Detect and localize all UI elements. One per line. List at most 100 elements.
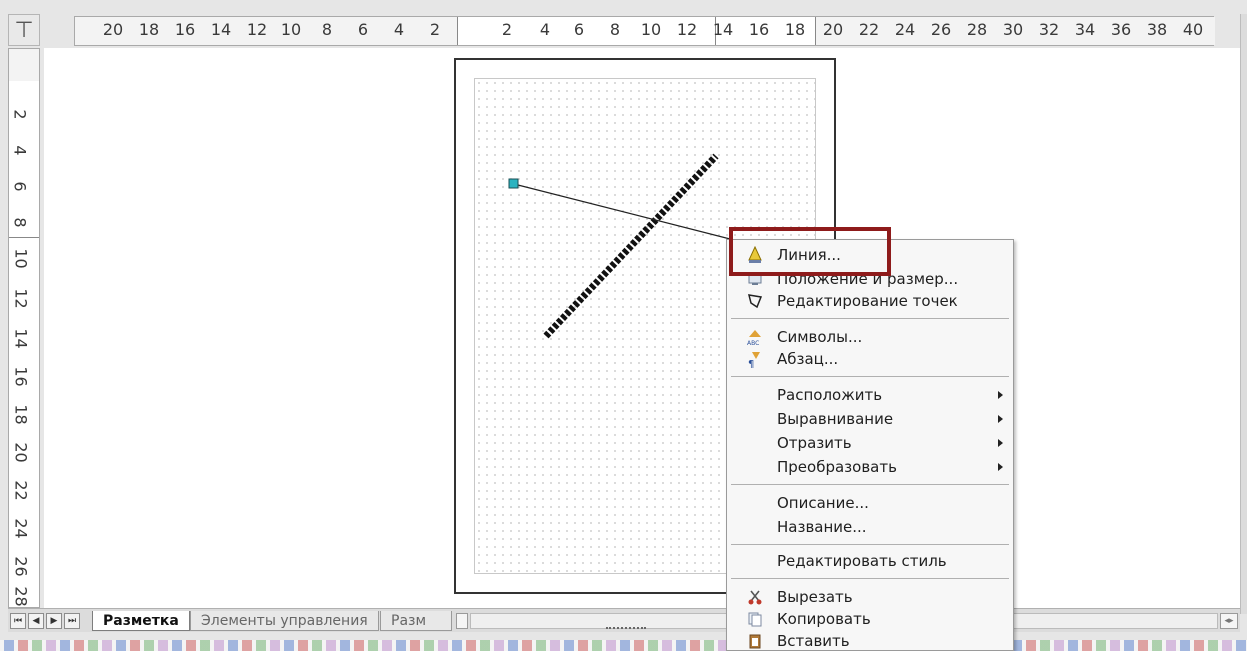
menu-item-position-size[interactable]: Положение и размер... bbox=[727, 268, 1013, 290]
menu-item-convert[interactable]: Преобразовать bbox=[727, 456, 1013, 478]
v-ruler-label: 16 bbox=[11, 366, 31, 387]
ruler-page-edge-left[interactable] bbox=[457, 17, 458, 45]
sheet-tab-bar: ⏮ ◀ ▶ ⏭ Разметка Элементы управления Раз… bbox=[8, 608, 1240, 632]
svg-text:ABC: ABC bbox=[747, 340, 759, 346]
menu-item-paragraph[interactable]: ¶ Абзац... bbox=[727, 348, 1013, 370]
submenu-arrow-icon bbox=[998, 415, 1003, 423]
edit-points-icon bbox=[745, 292, 765, 310]
menu-separator bbox=[731, 318, 1009, 319]
h-ruler-label: 20 bbox=[822, 20, 844, 39]
h-ruler-label: 26 bbox=[930, 20, 952, 39]
scissors-icon bbox=[745, 588, 765, 606]
h-ruler-label: 32 bbox=[1038, 20, 1060, 39]
h-ruler-label: 16 bbox=[174, 20, 196, 39]
copy-icon bbox=[745, 610, 765, 628]
h-ruler-label: 4 bbox=[393, 20, 405, 39]
v-ruler-label: 8 bbox=[10, 217, 30, 228]
menu-item-name[interactable]: Название... bbox=[727, 516, 1013, 538]
h-ruler-label: 2 bbox=[429, 20, 441, 39]
h-ruler-label: 8 bbox=[609, 20, 621, 39]
menu-separator bbox=[731, 544, 1009, 545]
context-menu: Линия... Положение и размер... Редактиро… bbox=[726, 239, 1014, 651]
ruler-origin-icon[interactable]: ⊤ bbox=[8, 14, 40, 46]
menu-item-edit-style[interactable]: Редактировать стиль bbox=[727, 550, 1013, 572]
resize-grip-icon[interactable] bbox=[606, 627, 646, 631]
last-tab-button[interactable]: ⏭ bbox=[64, 613, 80, 629]
menu-item-line[interactable]: Линия... bbox=[727, 244, 1013, 266]
menu-separator bbox=[731, 578, 1009, 579]
tab-dimensions[interactable]: Разм bbox=[380, 611, 452, 631]
v-ruler-label: 26 bbox=[11, 556, 31, 577]
h-ruler-label: 20 bbox=[102, 20, 124, 39]
vertical-scrollbar[interactable] bbox=[1240, 14, 1247, 614]
h-ruler-label: 6 bbox=[357, 20, 369, 39]
h-ruler-label: 36 bbox=[1110, 20, 1132, 39]
h-ruler-label: 12 bbox=[676, 20, 698, 39]
v-ruler-label: 4 bbox=[10, 145, 30, 156]
menu-item-paste[interactable]: Вставить bbox=[727, 630, 1013, 651]
v-ruler-label: 22 bbox=[11, 480, 31, 501]
menu-separator bbox=[731, 376, 1009, 377]
h-ruler-label: 30 bbox=[1002, 20, 1024, 39]
h-ruler-label: 2 bbox=[501, 20, 513, 39]
menu-item-flip[interactable]: Отразить bbox=[727, 432, 1013, 454]
h-ruler-label: 8 bbox=[321, 20, 333, 39]
tab-layout[interactable]: Разметка bbox=[92, 611, 190, 631]
characters-icon: ABC bbox=[745, 328, 765, 346]
menu-item-characters[interactable]: ABC Символы... bbox=[727, 326, 1013, 348]
menu-item-description[interactable]: Описание... bbox=[727, 492, 1013, 514]
scroll-left-button[interactable] bbox=[456, 613, 468, 629]
h-ruler-label: 14 bbox=[712, 20, 734, 39]
h-ruler-label: 4 bbox=[539, 20, 551, 39]
v-ruler-label: 12 bbox=[11, 288, 31, 309]
v-ruler-label: 18 bbox=[11, 404, 31, 425]
h-ruler-label: 24 bbox=[894, 20, 916, 39]
v-ruler-label: 6 bbox=[10, 181, 30, 192]
h-ruler-label: 18 bbox=[784, 20, 806, 39]
h-ruler-label: 10 bbox=[280, 20, 302, 39]
prev-tab-button[interactable]: ◀ bbox=[28, 613, 44, 629]
h-ruler-label: 12 bbox=[246, 20, 268, 39]
h-ruler-label: 38 bbox=[1146, 20, 1168, 39]
v-ruler-label: 28 bbox=[11, 586, 31, 607]
ruler-top-margin bbox=[9, 49, 39, 81]
position-size-icon bbox=[745, 270, 765, 288]
color-palette-bar[interactable] bbox=[0, 640, 1247, 651]
paragraph-icon: ¶ bbox=[745, 350, 765, 368]
menu-item-alignment[interactable]: Выравнивание bbox=[727, 408, 1013, 430]
h-ruler-label: 18 bbox=[138, 20, 160, 39]
h-ruler-label: 28 bbox=[966, 20, 988, 39]
v-ruler-label: 20 bbox=[11, 442, 31, 463]
tab-controls[interactable]: Элементы управления bbox=[190, 611, 379, 631]
vertical-ruler[interactable]: 2 4 6 8 10 12 14 16 18 20 22 24 26 28 bbox=[8, 48, 40, 608]
v-ruler-label: 2 bbox=[10, 109, 30, 120]
menu-item-edit-points[interactable]: Редактирование точек bbox=[727, 290, 1013, 312]
draw-application-window: ⊤ 20 18 16 14 12 10 8 6 4 2 2 4 6 8 10 1… bbox=[0, 0, 1247, 651]
svg-text:¶: ¶ bbox=[748, 359, 754, 368]
h-ruler-label: 22 bbox=[858, 20, 880, 39]
v-ruler-label: 14 bbox=[11, 328, 31, 349]
submenu-arrow-icon bbox=[998, 463, 1003, 471]
h-ruler-label: 40 bbox=[1182, 20, 1204, 39]
submenu-arrow-icon bbox=[998, 439, 1003, 447]
menu-item-arrange[interactable]: Расположить bbox=[727, 384, 1013, 406]
h-ruler-label: 14 bbox=[210, 20, 232, 39]
h-ruler-label: 10 bbox=[640, 20, 662, 39]
paste-icon bbox=[745, 632, 765, 650]
scroll-right-button[interactable]: ◂▸ bbox=[1220, 613, 1238, 629]
drawing-workspace[interactable] bbox=[44, 48, 1240, 608]
submenu-arrow-icon bbox=[998, 391, 1003, 399]
v-ruler-label: 24 bbox=[11, 518, 31, 539]
ruler-page-edge-top[interactable] bbox=[9, 237, 39, 238]
menu-item-cut[interactable]: Вырезать bbox=[727, 586, 1013, 608]
v-ruler-label: 10 bbox=[11, 248, 31, 269]
horizontal-ruler[interactable]: 20 18 16 14 12 10 8 6 4 2 2 4 6 8 10 12 … bbox=[74, 16, 1215, 46]
first-tab-button[interactable]: ⏮ bbox=[10, 613, 26, 629]
ruler-page-edge-right[interactable] bbox=[815, 17, 816, 45]
menu-item-copy[interactable]: Копировать bbox=[727, 608, 1013, 630]
h-ruler-label: 34 bbox=[1074, 20, 1096, 39]
menu-separator bbox=[731, 484, 1009, 485]
h-ruler-label: 16 bbox=[748, 20, 770, 39]
h-ruler-label: 6 bbox=[573, 20, 585, 39]
next-tab-button[interactable]: ▶ bbox=[46, 613, 62, 629]
